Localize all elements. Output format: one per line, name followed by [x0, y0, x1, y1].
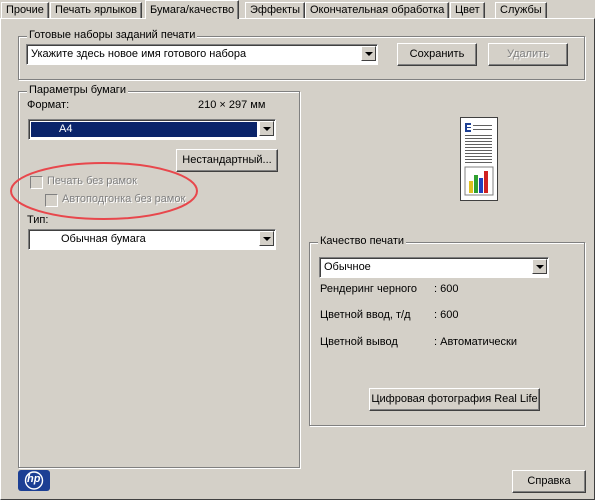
paper-size-text: 210 × 297 мм	[198, 99, 266, 111]
paper-type-combobox[interactable]: Обычная бумага	[28, 229, 276, 250]
hp-logo: hp	[18, 470, 50, 491]
tab-finishing[interactable]: Окончательная обработка	[305, 2, 450, 18]
color-output-label: Цветной вывод	[320, 336, 398, 348]
print-quality-value: Обычное	[324, 261, 371, 273]
preset-name-combobox[interactable]: Укажите здесь новое имя готового набора	[26, 44, 378, 65]
format-combobox[interactable]: A4	[28, 119, 276, 140]
tab-services[interactable]: Службы	[495, 2, 547, 18]
chevron-down-icon[interactable]	[259, 121, 274, 136]
annotation-ellipse	[10, 162, 198, 220]
tab-strip: Прочие Печать ярлыков Бумага/качество Эф…	[0, 0, 595, 19]
paper-options-title: Параметры бумаги	[27, 84, 128, 96]
preset-name-value: Укажите здесь новое имя готового набора	[31, 48, 247, 60]
presets-group-title: Готовые наборы заданий печати	[27, 29, 198, 41]
tab-color[interactable]: Цвет	[450, 2, 485, 18]
paper-type-value: Обычная бумага	[61, 233, 146, 245]
chevron-down-icon[interactable]	[361, 46, 376, 61]
chevron-down-icon[interactable]	[532, 259, 547, 274]
chevron-down-icon[interactable]	[259, 231, 274, 246]
color-input-value: : 600	[434, 309, 459, 321]
tab-effects[interactable]: Эффекты	[245, 2, 306, 18]
hp-logo-text: hp	[27, 473, 41, 485]
type-label: Тип:	[27, 214, 49, 226]
real-life-photo-button[interactable]: Цифровая фотография Real Life	[369, 388, 540, 411]
color-input-label: Цветной ввод, т/д	[320, 309, 411, 321]
tab-paper-quality[interactable]: Бумага/качество	[145, 0, 240, 19]
format-label: Формат:	[27, 99, 70, 111]
print-quality-combobox[interactable]: Обычное	[319, 257, 549, 278]
help-button[interactable]: Справка	[512, 470, 586, 493]
format-value: A4	[31, 122, 257, 137]
tab-label-printing[interactable]: Печать ярлыков	[50, 2, 143, 18]
paper-options-group: Параметры бумаги	[18, 84, 300, 468]
tab-other[interactable]: Прочие	[1, 2, 49, 18]
delete-preset-button[interactable]: Удалить	[488, 43, 568, 66]
page-preview-icon	[460, 117, 498, 201]
black-rendering-value: : 600	[434, 283, 459, 295]
color-output-value: : Автоматически	[434, 336, 518, 348]
save-preset-button[interactable]: Сохранить	[397, 43, 477, 66]
print-quality-title: Качество печати	[318, 235, 407, 247]
black-rendering-label: Рендеринг черного	[320, 283, 418, 295]
